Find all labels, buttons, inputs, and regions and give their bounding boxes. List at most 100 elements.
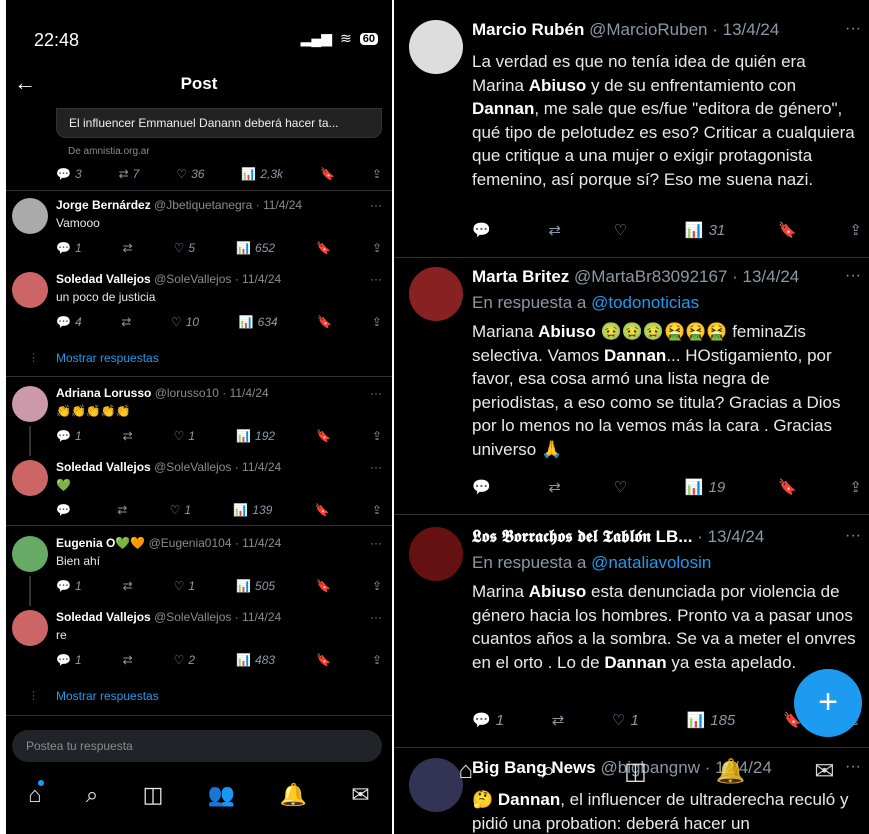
share-icon[interactable]: ⇪ bbox=[372, 578, 382, 594]
reply-button[interactable]: 💬 1 bbox=[472, 710, 504, 730]
more-icon[interactable]: ··· bbox=[845, 20, 861, 38]
like-button[interactable]: ♡ bbox=[614, 477, 632, 497]
retweet-button[interactable]: ⇄ bbox=[121, 314, 131, 330]
compose-button[interactable]: + bbox=[794, 669, 862, 737]
more-icon[interactable]: ··· bbox=[370, 536, 382, 550]
reply-button[interactable]: 💬 bbox=[56, 502, 75, 518]
retweet-button[interactable]: ⇄ bbox=[123, 240, 133, 256]
right-phone-screen: Marcio Rubén @MarcioRuben · 13/4/24 ··· L… bbox=[394, 0, 869, 834]
bookmark-icon[interactable]: 🔖 bbox=[316, 428, 331, 444]
author-name: Eugenia O💚🧡 bbox=[56, 536, 146, 550]
more-icon[interactable]: ··· bbox=[370, 610, 382, 624]
retweet-button[interactable]: ⇄ bbox=[548, 220, 561, 240]
avatar[interactable] bbox=[12, 460, 48, 496]
views-button[interactable]: 📊 652 bbox=[236, 240, 275, 256]
reply-button[interactable]: 💬 1 bbox=[56, 240, 82, 256]
reply-to-handle[interactable]: @todonoticias bbox=[591, 293, 699, 312]
like-button[interactable]: ♡ 2 bbox=[174, 652, 195, 668]
status-icons: ▂▄▆ ≋ 60 bbox=[301, 30, 378, 47]
share-icon[interactable]: ⇪ bbox=[372, 240, 382, 256]
home-icon[interactable]: ⌂ bbox=[458, 757, 473, 786]
views-button[interactable]: 📊 185 bbox=[687, 710, 736, 730]
share-icon[interactable]: ⇪ bbox=[372, 166, 382, 182]
more-icon[interactable]: ··· bbox=[845, 527, 861, 545]
notifications-icon[interactable]: 🔔 bbox=[280, 782, 307, 808]
avatar[interactable] bbox=[12, 610, 48, 646]
like-button[interactable]: ♡ 1 bbox=[174, 428, 195, 444]
retweet-button[interactable]: ⇄ bbox=[548, 477, 561, 497]
reply-button[interactable]: 💬 bbox=[472, 220, 496, 240]
more-icon[interactable]: ··· bbox=[845, 267, 861, 285]
post-text: re bbox=[56, 628, 67, 642]
notifications-icon[interactable]: 🔔 bbox=[716, 757, 746, 786]
reply-to-handle[interactable]: @nataliavolosin bbox=[591, 553, 711, 572]
bookmark-icon[interactable]: 🔖 bbox=[316, 578, 331, 594]
more-icon[interactable]: ··· bbox=[370, 272, 382, 286]
avatar[interactable] bbox=[12, 198, 48, 234]
search-icon[interactable]: ⌕ bbox=[542, 757, 555, 786]
like-button[interactable]: ♡ 10 bbox=[171, 314, 199, 330]
like-button[interactable]: ♡ 1 bbox=[174, 578, 195, 594]
avatar[interactable] bbox=[409, 527, 463, 581]
more-icon[interactable]: ··· bbox=[370, 198, 382, 212]
search-icon[interactable]: ⌕ bbox=[86, 782, 98, 808]
retweet-button[interactable]: ⇄ bbox=[117, 502, 127, 518]
views-button[interactable]: 📊 139 bbox=[233, 502, 272, 518]
share-icon[interactable]: ⇪ bbox=[372, 428, 382, 444]
status-time: 22:48 bbox=[34, 30, 80, 50]
bookmark-icon[interactable]: 🔖 bbox=[316, 652, 331, 668]
like-button[interactable]: ♡ 5 bbox=[174, 240, 195, 256]
share-icon[interactable]: ⇪ bbox=[372, 314, 382, 330]
avatar[interactable] bbox=[409, 20, 463, 74]
bookmark-icon[interactable]: 🔖 bbox=[317, 314, 332, 330]
link-card[interactable]: El influencer Emmanuel Danann deberá hac… bbox=[56, 108, 382, 138]
reply-input[interactable]: Postea tu respuesta bbox=[12, 730, 382, 762]
views-button[interactable]: 📊 634 bbox=[239, 314, 278, 330]
more-icon[interactable]: ··· bbox=[370, 386, 382, 400]
retweet-button[interactable]: ⇄ bbox=[123, 578, 133, 594]
share-icon[interactable]: ⇪ bbox=[849, 477, 862, 497]
like-button[interactable]: ♡ 36 bbox=[176, 166, 204, 182]
like-button[interactable]: ♡ bbox=[614, 220, 632, 240]
views-button[interactable]: 📊 31 bbox=[685, 220, 725, 240]
messages-icon[interactable]: ✉ bbox=[814, 757, 834, 786]
reply-button[interactable]: 💬 1 bbox=[56, 652, 82, 668]
views-button[interactable]: 📊 483 bbox=[236, 652, 275, 668]
grok-icon[interactable]: ◫ bbox=[143, 782, 164, 808]
grok-icon[interactable]: ◫ bbox=[624, 757, 647, 786]
retweet-button[interactable]: ⇄ bbox=[552, 710, 565, 730]
bookmark-icon[interactable]: 🔖 bbox=[778, 477, 797, 497]
bookmark-icon[interactable]: 🔖 bbox=[315, 502, 330, 518]
views-button[interactable]: 📊 192 bbox=[236, 428, 275, 444]
reply-button[interactable]: 💬 3 bbox=[56, 166, 82, 182]
reply-button[interactable]: 💬 1 bbox=[56, 428, 82, 444]
avatar[interactable] bbox=[12, 272, 48, 308]
avatar[interactable] bbox=[12, 536, 48, 572]
views-button[interactable]: 📊 505 bbox=[236, 578, 275, 594]
share-icon[interactable]: ⇪ bbox=[372, 502, 382, 518]
bookmark-icon[interactable]: 🔖 bbox=[778, 220, 797, 240]
messages-icon[interactable]: ✉ bbox=[351, 782, 369, 808]
views-button[interactable]: 📊 2,3k bbox=[241, 166, 283, 182]
reply-button[interactable]: 💬 1 bbox=[56, 578, 82, 594]
bookmark-icon[interactable]: 🔖 bbox=[316, 240, 331, 256]
like-button[interactable]: ♡ 1 bbox=[170, 502, 191, 518]
avatar[interactable] bbox=[12, 386, 48, 422]
bookmark-icon[interactable]: 🔖 bbox=[320, 166, 335, 182]
share-icon[interactable]: ⇪ bbox=[849, 220, 862, 240]
more-icon[interactable]: ··· bbox=[370, 460, 382, 474]
retweet-button[interactable]: ⇄ bbox=[123, 428, 133, 444]
show-replies-link-2[interactable]: Mostrar respuestas bbox=[56, 689, 159, 703]
retweet-button[interactable]: ⇄ 7 bbox=[119, 166, 140, 182]
communities-icon[interactable]: 👥 bbox=[208, 782, 235, 808]
reply-button[interactable]: 💬 bbox=[472, 477, 496, 497]
like-button[interactable]: ♡ 1 bbox=[612, 710, 639, 730]
retweet-button[interactable]: ⇄ bbox=[123, 652, 133, 668]
author-name: Soledad Vallejos bbox=[56, 272, 151, 286]
share-icon[interactable]: ⇪ bbox=[372, 652, 382, 668]
show-replies-link[interactable]: Mostrar respuestas bbox=[56, 351, 159, 365]
reply-button[interactable]: 💬 4 bbox=[56, 314, 82, 330]
views-button[interactable]: 📊 19 bbox=[685, 477, 725, 497]
home-icon[interactable]: ⌂ bbox=[28, 780, 45, 808]
avatar[interactable] bbox=[409, 267, 463, 321]
